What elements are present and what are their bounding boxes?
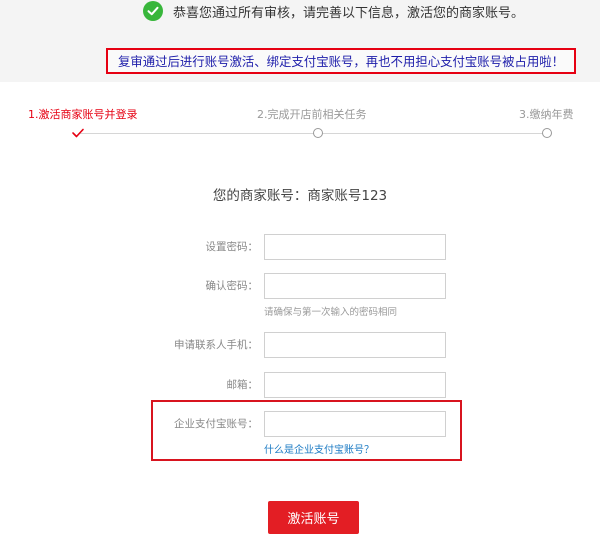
- confirm-password-input[interactable]: [264, 273, 446, 299]
- confirm-password-row: 确认密码：: [0, 273, 600, 299]
- alipay-input[interactable]: [264, 411, 446, 437]
- merchant-account-title: 您的商家账号：商家账号123: [212, 188, 388, 204]
- success-message: 恭喜您通过所有审核，请完善以下信息，激活您的商家账号。: [173, 5, 525, 21]
- confirm-password-label: 确认密码：: [205, 280, 259, 292]
- email-input[interactable]: [264, 372, 446, 398]
- alipay-label: 企业支付宝账号：: [174, 418, 258, 430]
- confirm-password-hint: 请确保与第一次输入的密码相同: [264, 307, 398, 318]
- progress-steps: 1.激活商家账号并登录 2.完成开店前相关任务 3.缴纳年费: [0, 100, 600, 144]
- success-message-row: 恭喜您通过所有审核，请完善以下信息，激活您的商家账号。: [143, 0, 524, 22]
- email-row: 邮箱：: [0, 372, 600, 398]
- step-1-label: 1.激活商家账号并登录: [28, 108, 138, 121]
- email-label: 邮箱：: [226, 379, 259, 391]
- notice-box: 复审通过后进行账号激活、绑定支付宝账号，再也不用担心支付宝账号被占用啦！: [106, 48, 576, 74]
- phone-row: 申请联系人手机：: [0, 332, 600, 358]
- step-3-dot-icon: [542, 128, 552, 138]
- top-banner: 恭喜您通过所有审核，请完善以下信息，激活您的商家账号。 复审通过后进行账号激活、…: [0, 0, 600, 82]
- success-check-icon: [143, 1, 163, 21]
- what-is-alipay-link[interactable]: 什么是企业支付宝账号？: [264, 441, 374, 456]
- password-label: 设置密码：: [205, 241, 259, 253]
- password-input[interactable]: [264, 234, 446, 260]
- phone-label: 申请联系人手机：: [174, 339, 258, 351]
- alipay-row: 企业支付宝账号：: [0, 411, 600, 437]
- activate-account-button[interactable]: 激活账号: [268, 501, 359, 534]
- step-2-dot-icon: [313, 128, 323, 138]
- password-row: 设置密码：: [0, 234, 600, 260]
- step-3-label: 3.缴纳年费: [519, 108, 574, 121]
- step-1-check-icon: [72, 128, 84, 138]
- phone-input[interactable]: [264, 332, 446, 358]
- step-2-label: 2.完成开店前相关任务: [257, 108, 367, 121]
